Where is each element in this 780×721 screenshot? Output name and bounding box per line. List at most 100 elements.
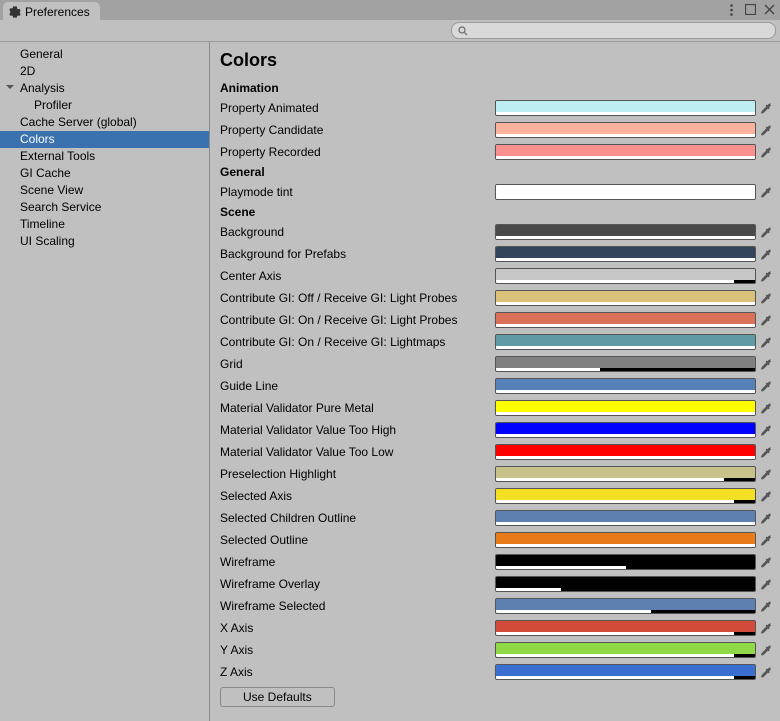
maximize-icon[interactable] [744,3,757,16]
color-label: Z Axis [220,665,495,679]
eyedropper-icon[interactable] [758,664,774,680]
color-swatch[interactable] [495,268,756,284]
color-swatch[interactable] [495,378,756,394]
sidebar-item-label: Cache Server (global) [20,115,137,129]
sidebar-item-gi-cache[interactable]: GI Cache [0,165,209,182]
sidebar-item-search-service[interactable]: Search Service [0,199,209,216]
eyedropper-icon[interactable] [758,598,774,614]
page-title: Colors [220,50,774,71]
sidebar-item-label: Profiler [34,98,72,112]
color-swatch[interactable] [495,122,756,138]
color-swatch[interactable] [495,620,756,636]
color-swatch[interactable] [495,444,756,460]
color-swatch[interactable] [495,576,756,592]
sidebar-item-ui-scaling[interactable]: UI Scaling [0,233,209,250]
color-label: Contribute GI: On / Receive GI: Lightmap… [220,335,495,349]
eyedropper-icon[interactable] [758,144,774,160]
eyedropper-icon[interactable] [758,356,774,372]
eyedropper-icon[interactable] [758,488,774,504]
color-swatch[interactable] [495,290,756,306]
kebab-menu-icon[interactable] [725,3,738,16]
color-row: Material Validator Pure Metal [220,397,774,419]
color-label: X Axis [220,621,495,635]
color-swatch[interactable] [495,312,756,328]
sidebar-item-profiler[interactable]: Profiler [0,97,209,114]
section-heading: General [220,165,774,179]
color-label: Background for Prefabs [220,247,495,261]
color-row: Property Recorded [220,141,774,163]
color-row: Background [220,221,774,243]
sidebar-item-2d[interactable]: 2D [0,63,209,80]
eyedropper-icon[interactable] [758,620,774,636]
color-row: Preselection Highlight [220,463,774,485]
color-swatch[interactable] [495,510,756,526]
sidebar-item-colors[interactable]: Colors [0,131,209,148]
sidebar-item-scene-view[interactable]: Scene View [0,182,209,199]
color-swatch[interactable] [495,642,756,658]
eyedropper-icon[interactable] [758,466,774,482]
color-label: Wireframe [220,555,495,569]
eyedropper-icon[interactable] [758,224,774,240]
close-icon[interactable] [763,3,776,16]
color-swatch[interactable] [495,356,756,372]
color-row: Wireframe [220,551,774,573]
use-defaults-button[interactable]: Use Defaults [220,687,335,707]
color-label: Property Recorded [220,145,495,159]
sidebar-item-label: Analysis [20,81,65,95]
color-row: Playmode tint [220,181,774,203]
chevron-down-icon [6,83,16,93]
eyedropper-icon[interactable] [758,444,774,460]
search-icon [458,26,468,36]
color-label: Wireframe Overlay [220,577,495,591]
eyedropper-icon[interactable] [758,378,774,394]
tab-preferences[interactable]: Preferences [3,2,100,20]
sidebar-item-external-tools[interactable]: External Tools [0,148,209,165]
sidebar-item-cache-server-global[interactable]: Cache Server (global) [0,114,209,131]
eyedropper-icon[interactable] [758,184,774,200]
color-row: Selected Outline [220,529,774,551]
search-input[interactable] [472,25,769,37]
color-swatch[interactable] [495,224,756,240]
color-row: Property Animated [220,97,774,119]
color-row: Material Validator Value Too Low [220,441,774,463]
color-label: Contribute GI: Off / Receive GI: Light P… [220,291,495,305]
eyedropper-icon[interactable] [758,246,774,262]
eyedropper-icon[interactable] [758,642,774,658]
eyedropper-icon[interactable] [758,554,774,570]
sidebar-item-timeline[interactable]: Timeline [0,216,209,233]
eyedropper-icon[interactable] [758,576,774,592]
color-swatch[interactable] [495,488,756,504]
eyedropper-icon[interactable] [758,268,774,284]
sidebar-item-label: General [20,47,63,61]
eyedropper-icon[interactable] [758,532,774,548]
color-swatch[interactable] [495,554,756,570]
color-swatch[interactable] [495,334,756,350]
color-label: Property Candidate [220,123,495,137]
color-swatch[interactable] [495,400,756,416]
eyedropper-icon[interactable] [758,400,774,416]
color-swatch[interactable] [495,422,756,438]
eyedropper-icon[interactable] [758,510,774,526]
color-swatch[interactable] [495,100,756,116]
sidebar-item-label: Search Service [20,200,101,214]
color-label: Selected Axis [220,489,495,503]
eyedropper-icon[interactable] [758,122,774,138]
eyedropper-icon[interactable] [758,334,774,350]
sidebar-item-general[interactable]: General [0,46,209,63]
sidebar-item-label: Timeline [20,217,65,231]
color-swatch[interactable] [495,532,756,548]
color-row: Material Validator Value Too High [220,419,774,441]
search-field[interactable] [451,22,776,39]
color-swatch[interactable] [495,144,756,160]
color-swatch[interactable] [495,664,756,680]
eyedropper-icon[interactable] [758,422,774,438]
eyedropper-icon[interactable] [758,290,774,306]
eyedropper-icon[interactable] [758,312,774,328]
color-swatch[interactable] [495,246,756,262]
eyedropper-icon[interactable] [758,100,774,116]
color-swatch[interactable] [495,466,756,482]
color-swatch[interactable] [495,184,756,200]
sidebar-item-label: Colors [20,132,55,146]
sidebar-item-analysis[interactable]: Analysis [0,80,209,97]
color-swatch[interactable] [495,598,756,614]
